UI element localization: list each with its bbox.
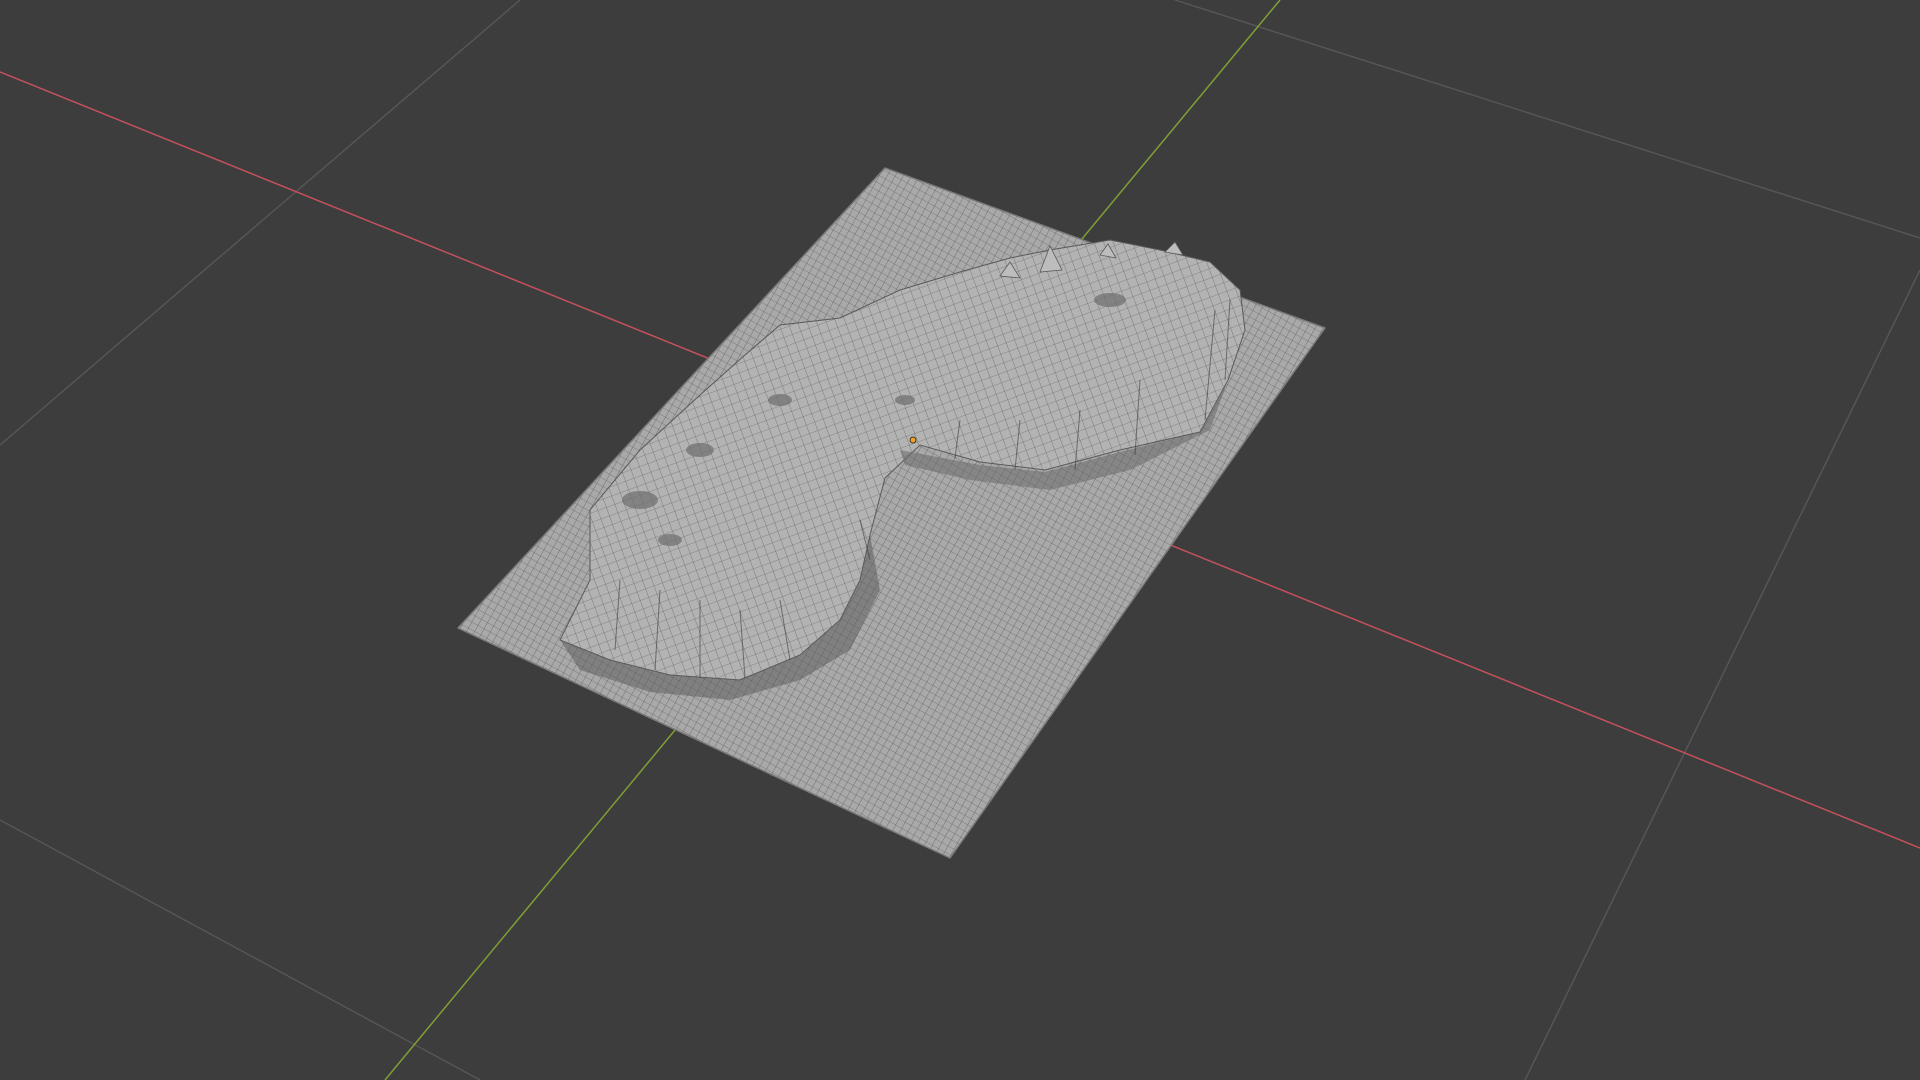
grid-line bbox=[1524, 269, 1920, 1080]
grid-line bbox=[0, 819, 481, 1080]
object-origin-dot[interactable] bbox=[909, 436, 917, 444]
grid-line bbox=[1174, 0, 1920, 239]
grid-line bbox=[0, 0, 521, 446]
3d-viewport[interactable] bbox=[0, 0, 1920, 1080]
viewport-canvas[interactable] bbox=[0, 0, 1920, 1080]
